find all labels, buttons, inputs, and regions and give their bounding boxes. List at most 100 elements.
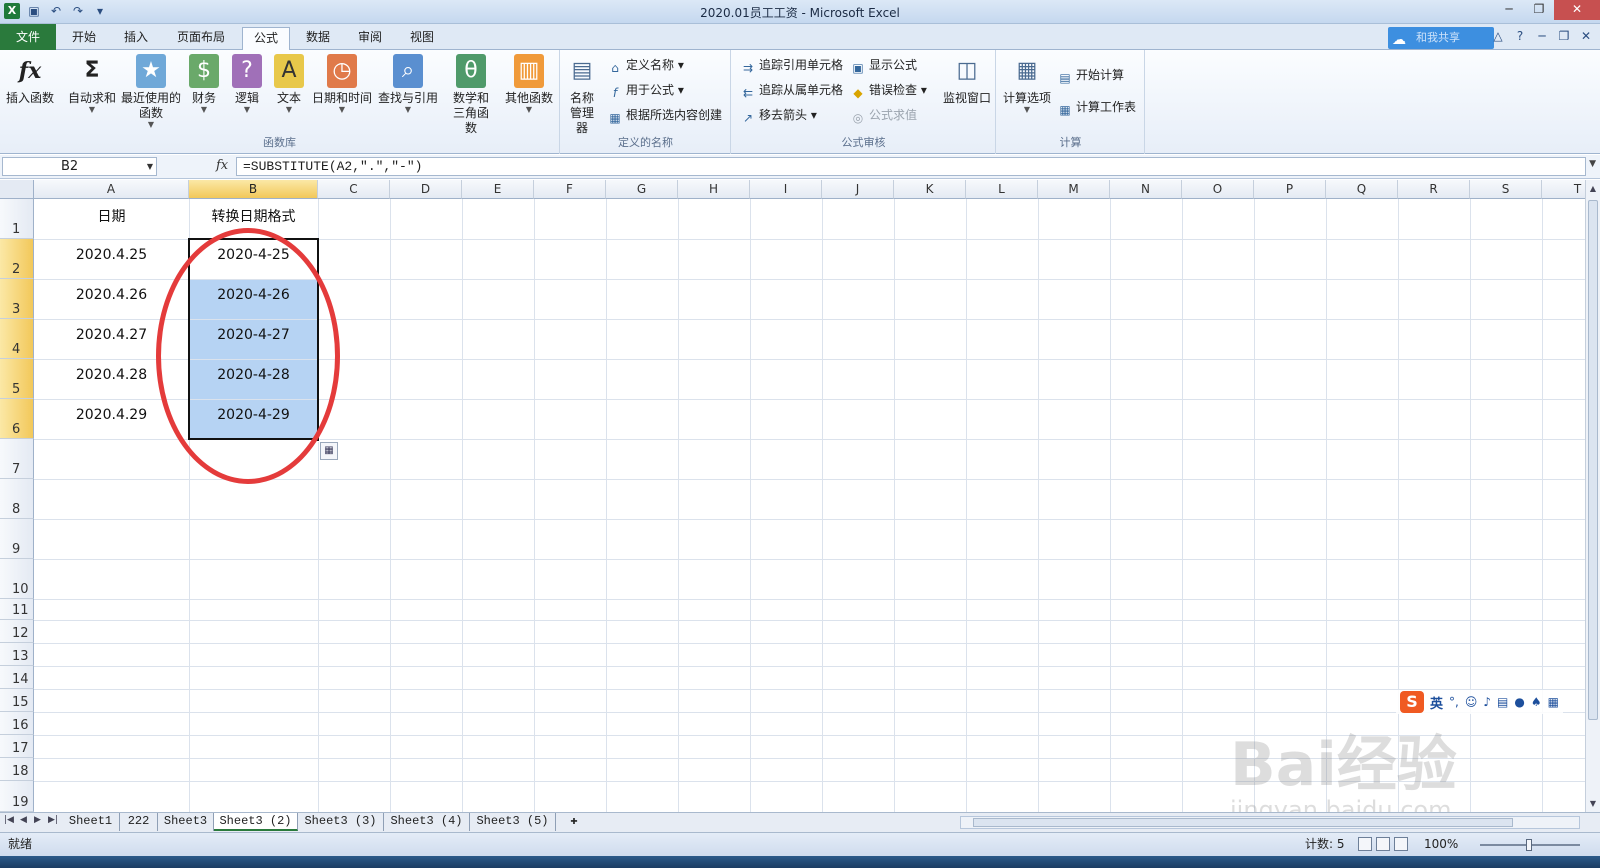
column-header-e[interactable]: E — [462, 180, 534, 199]
text-button[interactable]: A 文本 ▼ — [272, 54, 306, 114]
sheet-tab-5[interactable]: Sheet3 (3) — [298, 813, 384, 831]
collapse-ribbon-icon[interactable]: △ — [1490, 28, 1506, 44]
page-break-view-icon[interactable] — [1394, 837, 1408, 851]
doc-minimize-icon[interactable]: ─ — [1534, 28, 1550, 44]
horizontal-scroll-thumb[interactable] — [973, 818, 1513, 827]
doc-restore-icon[interactable]: ❐ — [1556, 28, 1572, 44]
row-header-19[interactable]: 19 — [0, 781, 34, 812]
maximize-icon[interactable]: ❐ — [1524, 0, 1554, 20]
column-header-n[interactable]: N — [1110, 180, 1182, 199]
row-header-16[interactable]: 16 — [0, 712, 34, 735]
tab-page-layout[interactable]: 页面布局 — [166, 27, 236, 50]
row-header-1[interactable]: 1 — [0, 199, 34, 239]
column-header-d[interactable]: D — [390, 180, 462, 199]
next-sheet-icon[interactable]: ▶ — [34, 815, 41, 825]
watch-window-button[interactable]: ◫ 监视窗口 — [940, 54, 994, 106]
expand-formula-bar-icon[interactable]: ▼ — [1589, 159, 1596, 169]
error-checking-button[interactable]: ◆ 错误检查 ▾ — [850, 81, 926, 100]
shirt-icon[interactable]: ♠ — [1531, 695, 1542, 709]
cell-a2[interactable]: 2020.4.25 — [34, 247, 189, 263]
emoji-icon[interactable]: ☺ — [1465, 695, 1478, 709]
sogou-logo-icon[interactable]: S — [1400, 691, 1424, 713]
use-in-formula-button[interactable]: f 用于公式 ▾ — [607, 81, 684, 100]
row-header-15[interactable]: 15 — [0, 689, 34, 712]
row-header-9[interactable]: 9 — [0, 519, 34, 559]
normal-view-icon[interactable] — [1358, 837, 1372, 851]
tab-insert[interactable]: 插入 — [114, 27, 158, 50]
sheet-tab-7[interactable]: Sheet3 (5) — [470, 813, 556, 831]
tab-data[interactable]: 数据 — [296, 27, 340, 50]
help-icon[interactable]: ? — [1512, 28, 1528, 44]
auto-fill-options-icon[interactable]: ▦ — [320, 442, 338, 460]
recently-used-button[interactable]: ★ 最近使用的函数 ▼ — [120, 54, 182, 129]
prev-sheet-icon[interactable]: ◀ — [20, 815, 27, 825]
row-header-14[interactable]: 14 — [0, 666, 34, 689]
logical-button[interactable]: ? 逻辑 ▼ — [230, 54, 264, 114]
column-header-j[interactable]: J — [822, 180, 894, 199]
sheet-tab-6[interactable]: Sheet3 (4) — [384, 813, 470, 831]
row-header-4[interactable]: 4 — [0, 319, 34, 359]
keyboard-icon[interactable]: ▤ — [1497, 695, 1508, 709]
column-header-i[interactable]: I — [750, 180, 822, 199]
microphone-icon[interactable]: ♪ — [1483, 695, 1491, 709]
select-all-corner[interactable] — [0, 180, 34, 199]
vertical-scroll-thumb[interactable] — [1588, 200, 1598, 720]
scroll-down-icon[interactable]: ▼ — [1588, 799, 1598, 808]
sheet-tab-1[interactable]: Sheet1 — [62, 813, 120, 831]
calc-now-button[interactable]: ▤ 开始计算 — [1057, 66, 1124, 85]
row-header-17[interactable]: 17 — [0, 735, 34, 758]
calc-sheet-button[interactable]: ▦ 计算工作表 — [1057, 98, 1136, 117]
sheet-tab-4[interactable]: Sheet3 (2) — [214, 813, 298, 831]
column-header-c[interactable]: C — [318, 180, 390, 199]
row-header-6[interactable]: 6 — [0, 399, 34, 439]
column-header-l[interactable]: L — [966, 180, 1038, 199]
ime-mode[interactable]: 英 — [1430, 693, 1443, 712]
name-box[interactable]: B2 ▼ — [2, 157, 157, 176]
sheet-tab-3[interactable]: Sheet3 — [158, 813, 214, 831]
trace-dependents-button[interactable]: ⇇ 追踪从属单元格 — [740, 81, 843, 100]
row-header-13[interactable]: 13 — [0, 643, 34, 666]
tab-review[interactable]: 审阅 — [348, 27, 392, 50]
column-header-a[interactable]: A — [34, 180, 189, 199]
column-header-m[interactable]: M — [1038, 180, 1110, 199]
lookup-reference-button[interactable]: ⌕ 查找与引用 ▼ — [376, 54, 440, 114]
column-header-s[interactable]: S — [1470, 180, 1542, 199]
tab-file[interactable]: 文件 — [0, 24, 56, 50]
evaluate-formula-button[interactable]: ◎ 公式求值 — [850, 106, 917, 125]
zoom-slider[interactable] — [1480, 839, 1580, 851]
column-header-k[interactable]: K — [894, 180, 966, 199]
column-header-g[interactable]: G — [606, 180, 678, 199]
page-layout-view-icon[interactable] — [1376, 837, 1390, 851]
close-icon[interactable]: ✕ — [1554, 0, 1600, 20]
column-header-h[interactable]: H — [678, 180, 750, 199]
row-header-12[interactable]: 12 — [0, 620, 34, 643]
formula-input[interactable]: =SUBSTITUTE(A2,".","-") — [236, 157, 1586, 176]
tab-view[interactable]: 视图 — [400, 27, 444, 50]
minimize-icon[interactable]: ─ — [1494, 0, 1524, 20]
row-header-10[interactable]: 10 — [0, 559, 34, 599]
autosum-button[interactable]: Σ 自动求和 ▼ — [66, 54, 118, 114]
sheet-tab-2[interactable]: 222 — [120, 813, 158, 831]
user-icon[interactable]: ● — [1514, 695, 1524, 709]
row-header-11[interactable]: 11 — [0, 599, 34, 620]
math-trig-button[interactable]: θ 数学和三角函数 — [440, 54, 502, 136]
tab-formulas[interactable]: 公式 — [242, 27, 290, 50]
date-time-button[interactable]: ◷ 日期和时间 ▼ — [310, 54, 374, 114]
column-header-b[interactable]: B — [189, 180, 318, 199]
create-from-selection-button[interactable]: ▦ 根据所选内容创建 — [607, 106, 722, 125]
zoom-slider-knob[interactable] — [1526, 839, 1532, 851]
row-header-18[interactable]: 18 — [0, 758, 34, 781]
cell-a1[interactable]: 日期 — [34, 206, 189, 226]
row-header-2[interactable]: 2 — [0, 239, 34, 279]
chevron-down-icon[interactable]: ▼ — [147, 158, 153, 175]
column-header-o[interactable]: O — [1182, 180, 1254, 199]
doc-close-icon[interactable]: ✕ — [1578, 28, 1594, 44]
cloud-share-button[interactable]: ☁ 和我共享 — [1388, 27, 1494, 49]
column-header-t[interactable]: T — [1542, 180, 1585, 199]
column-header-p[interactable]: P — [1254, 180, 1326, 199]
insert-function-button[interactable]: fx 插入函数 — [4, 54, 56, 106]
zoom-level[interactable]: 100% — [1424, 833, 1458, 855]
row-header-7[interactable]: 7 — [0, 439, 34, 479]
column-header-r[interactable]: R — [1398, 180, 1470, 199]
scroll-up-icon[interactable]: ▲ — [1588, 184, 1598, 193]
